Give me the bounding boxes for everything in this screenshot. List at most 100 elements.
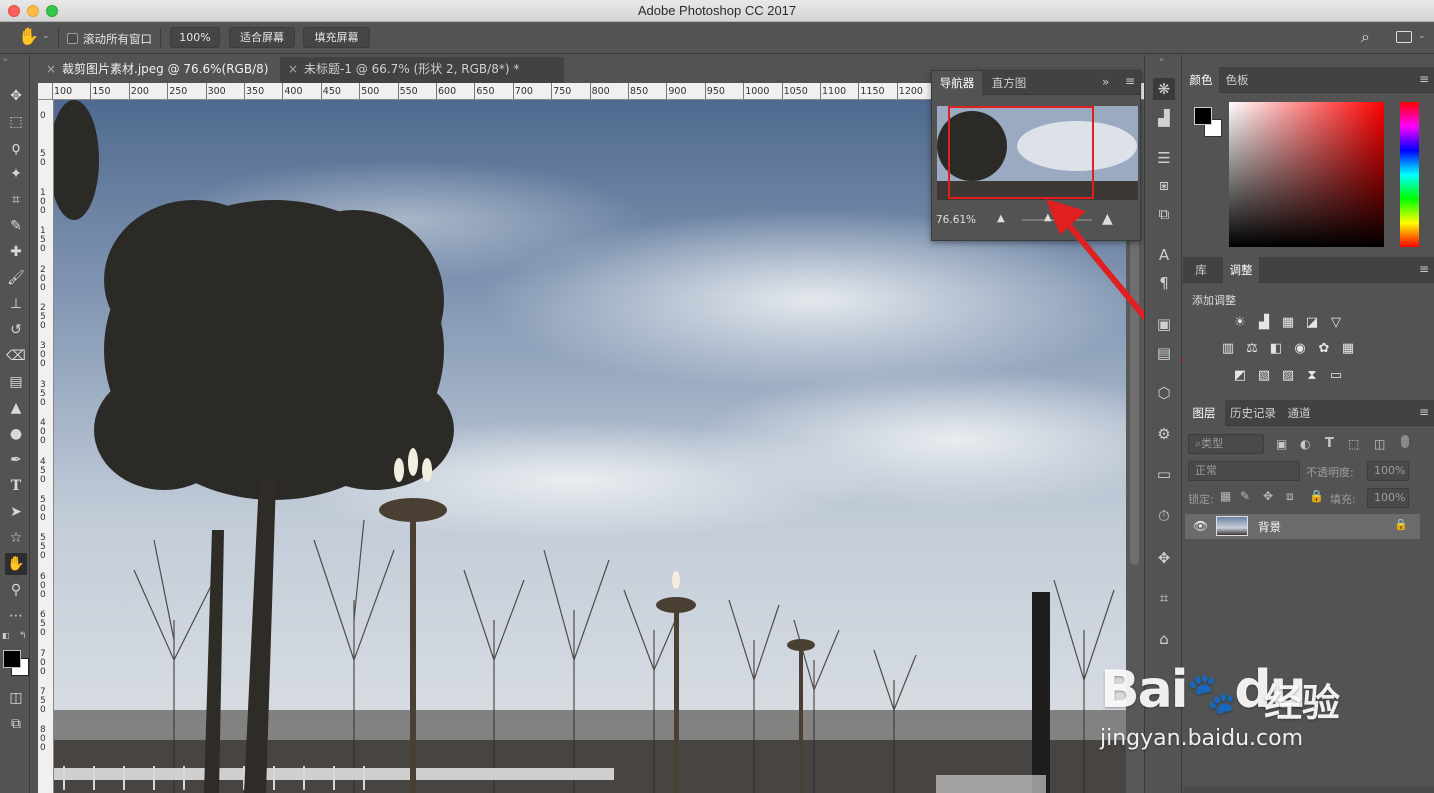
workspace-icon[interactable]: [1396, 31, 1412, 43]
threshold-icon[interactable]: ▨: [1280, 368, 1296, 384]
opacity-field[interactable]: 100%: [1367, 461, 1409, 481]
color-field[interactable]: [1229, 102, 1384, 247]
crop-panel-icon[interactable]: ⌗: [1153, 587, 1175, 609]
hue-icon[interactable]: ▥: [1220, 341, 1236, 357]
tab-navigator[interactable]: 导航器: [932, 71, 982, 95]
close-tab-icon[interactable]: ×: [288, 57, 298, 81]
vibrance-icon[interactable]: ▽: [1328, 315, 1344, 331]
panel-menu-icon[interactable]: ≡: [1419, 72, 1429, 86]
brush-settings-icon[interactable]: ⚙: [1153, 423, 1175, 445]
shape-tool-icon[interactable]: ☆: [5, 527, 27, 549]
lock-all-icon[interactable]: 🔒: [1309, 489, 1324, 503]
zoom-100-button[interactable]: 100%: [170, 27, 220, 48]
filter-pixel-icon[interactable]: ▣: [1276, 437, 1287, 451]
black-white-icon[interactable]: ◧: [1268, 341, 1284, 357]
channel-mixer-icon[interactable]: ✿: [1316, 341, 1332, 357]
hand-tool-icon[interactable]: ✋: [18, 27, 39, 47]
paragraph-icon[interactable]: ¶: [1153, 272, 1175, 294]
tab-adjustments[interactable]: 调整: [1223, 257, 1259, 283]
lasso-tool-icon[interactable]: ϙ: [5, 137, 27, 159]
history-brush-icon[interactable]: ↺: [5, 319, 27, 341]
close-tab-icon[interactable]: ×: [46, 57, 56, 81]
exposure-icon[interactable]: ◪: [1304, 315, 1320, 331]
character-icon[interactable]: A: [1153, 244, 1175, 266]
hand-tool-active-icon[interactable]: ✋: [5, 553, 27, 575]
navigator-icon[interactable]: ❋: [1153, 78, 1175, 100]
3d-object-icon[interactable]: ⧆: [1153, 174, 1175, 196]
histogram-icon[interactable]: ▟: [1153, 107, 1175, 129]
filter-toggle-icon[interactable]: [1401, 435, 1409, 448]
hue-slider[interactable]: [1400, 102, 1419, 247]
pen-tool-icon[interactable]: ✒: [5, 449, 27, 471]
photo-filter-icon[interactable]: ◉: [1292, 341, 1308, 357]
brightness-icon[interactable]: ☀: [1232, 315, 1248, 331]
brush-tool-icon[interactable]: 🖌: [5, 267, 27, 289]
layer-comps-icon[interactable]: ⌂: [1153, 628, 1175, 650]
puppet-icon[interactable]: ✥: [1153, 547, 1175, 569]
more-tools-icon[interactable]: ⋯: [5, 605, 27, 627]
clone-source-icon[interactable]: ⧉: [1153, 203, 1175, 225]
screen-mode-icon[interactable]: ⧉: [5, 713, 27, 735]
gradient-map-icon[interactable]: ⧗: [1304, 368, 1320, 384]
lock-artboard-icon[interactable]: ⧈: [1286, 489, 1294, 504]
zoom-tool-icon[interactable]: ⚲: [5, 579, 27, 601]
tab-layers[interactable]: 图层: [1183, 400, 1225, 426]
eraser-icon[interactable]: ⌫: [5, 345, 27, 367]
posterize-icon[interactable]: ▧: [1256, 368, 1272, 384]
curves-icon[interactable]: ▦: [1280, 315, 1296, 331]
levels-icon[interactable]: ▟: [1256, 315, 1272, 331]
tab-document-2[interactable]: × 未标题-1 @ 66.7% (形状 2, RGB/8*) *: [280, 57, 564, 83]
magic-wand-icon[interactable]: ✦: [5, 163, 27, 185]
filter-type-icon[interactable]: T: [1325, 436, 1334, 451]
timeline-icon[interactable]: ⏱: [1153, 505, 1175, 527]
lock-move-icon[interactable]: ✥: [1263, 489, 1273, 503]
healing-brush-icon[interactable]: ✚: [5, 241, 27, 263]
lock-transparent-icon[interactable]: ▦: [1220, 489, 1231, 503]
filter-smart-icon[interactable]: ◫: [1374, 437, 1385, 451]
tab-document-1[interactable]: × 裁剪图片素材.jpeg @ 76.6%(RGB/8) *: [38, 57, 278, 100]
workspace-chevron-icon[interactable]: ⌄: [1418, 31, 1426, 41]
quick-mask-icon[interactable]: ◫: [5, 687, 27, 709]
navigator-thumbnail[interactable]: [937, 106, 1138, 200]
panel-menu-icon[interactable]: ≡: [1419, 405, 1429, 419]
fit-screen-button[interactable]: 适合屏幕: [229, 27, 295, 48]
color-balance-icon[interactable]: ⚖: [1244, 341, 1260, 357]
invert-icon[interactable]: ◩: [1232, 368, 1248, 384]
swap-colors-icon[interactable]: ↰: [19, 631, 27, 641]
panel-menu-icon[interactable]: ≡: [1419, 262, 1429, 276]
eyedropper-icon[interactable]: ✎: [5, 215, 27, 237]
clone-stamp-icon[interactable]: ⊥: [5, 293, 27, 315]
blur-tool-icon[interactable]: ▲: [5, 397, 27, 419]
collapse-icon[interactable]: »: [3, 55, 8, 64]
gradient-tool-icon[interactable]: ▤: [5, 371, 27, 393]
foreground-color-swatch[interactable]: [3, 650, 21, 668]
blend-mode-select[interactable]: 正常: [1188, 461, 1300, 481]
tab-libraries[interactable]: 库: [1183, 257, 1219, 283]
search-icon[interactable]: ⌕: [1361, 27, 1370, 47]
scroll-all-checkbox[interactable]: [67, 33, 78, 44]
tab-channels[interactable]: 通道: [1281, 400, 1317, 426]
foreground-color-swatch[interactable]: [1194, 107, 1212, 125]
glyphs-icon[interactable]: ▣: [1153, 313, 1175, 335]
panel-menu-icon[interactable]: ≡: [1125, 74, 1135, 88]
libraries-folder-icon[interactable]: ▭: [1153, 463, 1175, 485]
notes-icon[interactable]: ▤: [1153, 342, 1175, 364]
filter-adjust-icon[interactable]: ◐: [1300, 437, 1310, 451]
crop-tool-icon[interactable]: ⌗: [5, 189, 27, 211]
tab-histogram[interactable]: 直方图: [984, 71, 1034, 95]
properties-icon[interactable]: ☰: [1153, 147, 1175, 169]
lock-brush-icon[interactable]: ✎: [1240, 489, 1250, 503]
eye-icon[interactable]: 👁: [1193, 519, 1208, 533]
layer-filter-select[interactable]: ⌕类型: [1188, 434, 1264, 454]
tab-color[interactable]: 颜色: [1183, 67, 1219, 93]
filter-shape-icon[interactable]: ⬚: [1348, 437, 1359, 451]
layer-row[interactable]: 👁 背景 🔒: [1185, 514, 1420, 539]
color-lookup-icon[interactable]: ▦: [1340, 341, 1356, 357]
fill-screen-button[interactable]: 填充屏幕: [303, 27, 370, 48]
tab-history[interactable]: 历史记录: [1225, 400, 1281, 426]
zoom-out-icon[interactable]: ▲: [997, 213, 1005, 224]
chevron-down-icon[interactable]: ⌄: [42, 31, 50, 41]
marquee-tool-icon[interactable]: ⬚: [5, 111, 27, 133]
dodge-tool-icon[interactable]: ●: [5, 423, 27, 445]
type-tool-icon[interactable]: T: [5, 475, 27, 497]
